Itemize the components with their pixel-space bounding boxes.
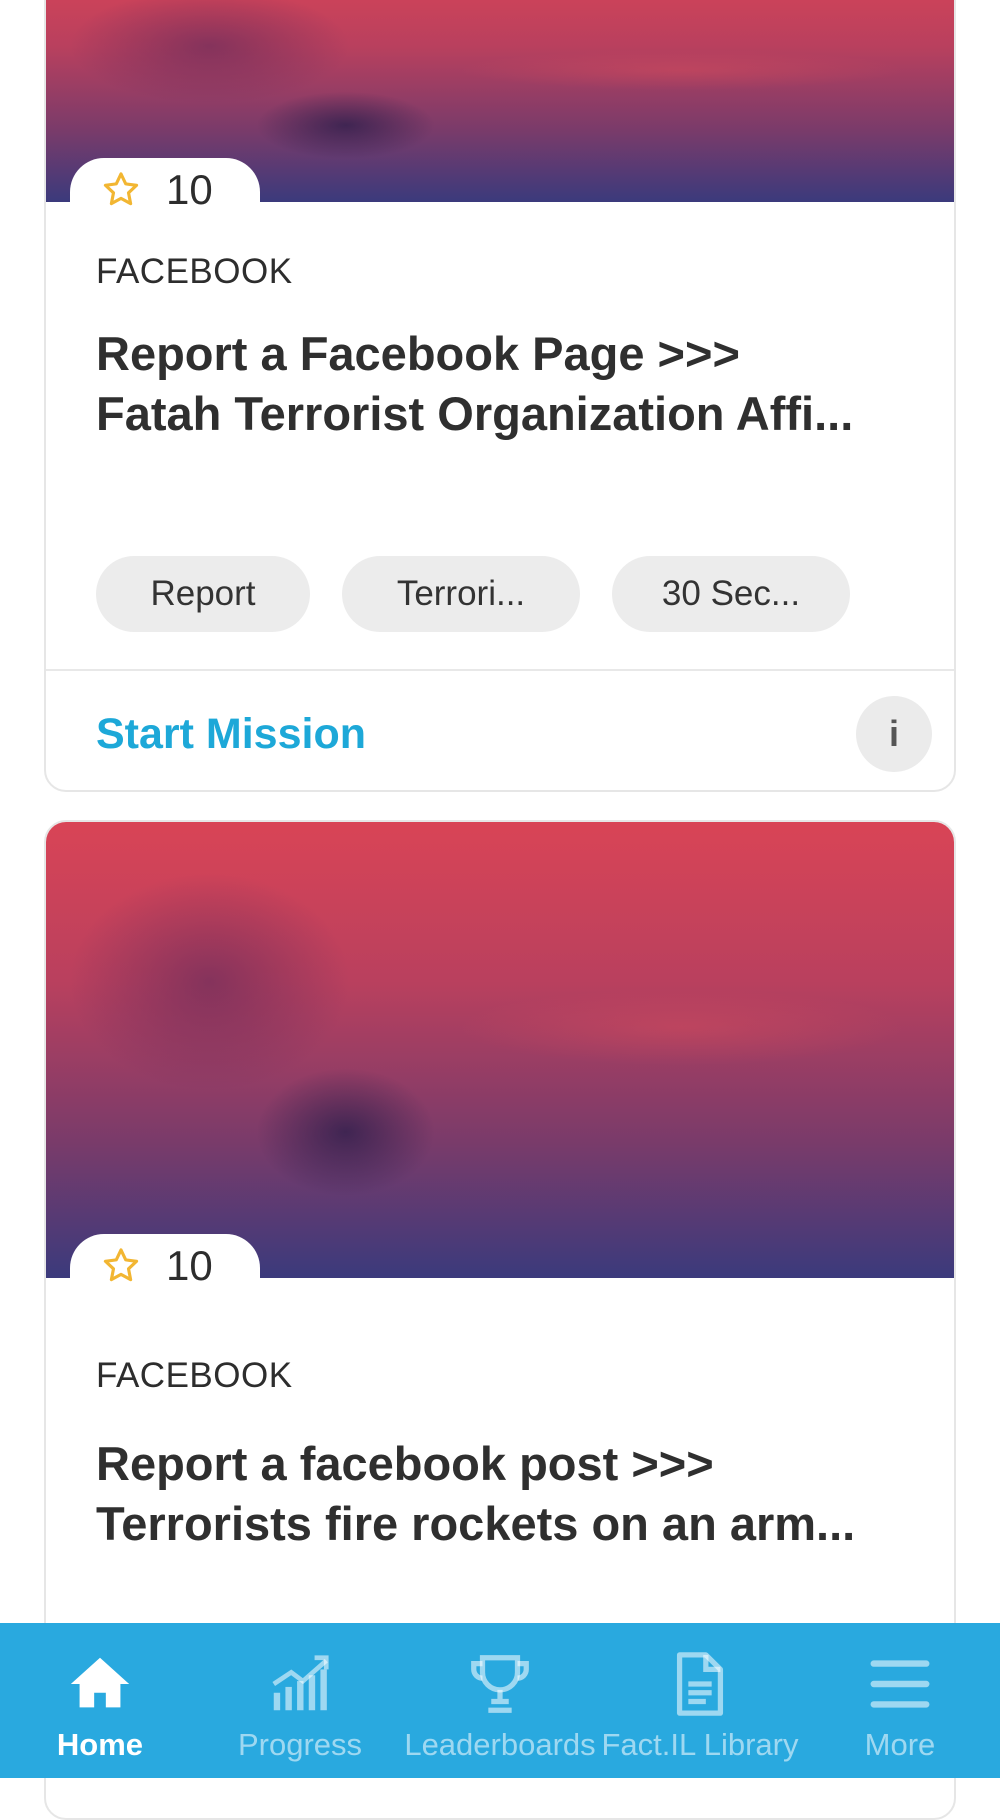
mission-hero-image	[46, 822, 954, 1278]
points-badge: 10	[70, 1234, 260, 1298]
start-mission-button[interactable]: Start Mission	[96, 710, 366, 759]
tab-more[interactable]: More	[800, 1649, 1000, 1763]
tab-leaderboards[interactable]: Leaderboards	[400, 1649, 600, 1763]
document-icon	[676, 1652, 724, 1716]
tab-home[interactable]: Home	[0, 1649, 200, 1763]
mission-title-line: Report a facebook post >>>	[96, 1437, 714, 1490]
mission-category: FACEBOOK	[96, 252, 293, 291]
menu-icon	[870, 1660, 930, 1708]
tab-label: Progress	[237, 1727, 363, 1762]
info-icon: i	[888, 713, 899, 754]
mission-category: FACEBOOK	[96, 1356, 293, 1395]
tag-chip: Terrori...	[342, 556, 580, 632]
star-icon	[103, 1248, 139, 1282]
mission-title: Report a Facebook Page >>> Fatah Terrori…	[96, 324, 916, 444]
card-divider	[46, 669, 954, 671]
tag-chip: 30 Sec...	[612, 556, 850, 632]
tab-progress[interactable]: Progress	[200, 1649, 400, 1763]
mission-tags: Report Terrori... 30 Sec...	[96, 556, 850, 632]
points-value: 10	[166, 166, 213, 213]
mission-card[interactable]: 10 FACEBOOK Report a Facebook Page >>> F…	[44, 0, 956, 792]
bar-chart-icon	[272, 1655, 329, 1711]
tab-label: Leaderboards	[404, 1727, 596, 1762]
mission-title-line: Report a Facebook Page >>>	[96, 327, 740, 380]
info-button[interactable]: i	[856, 696, 932, 772]
bottom-tab-bar: Home Progress Leaderboards Fact.IL Libra…	[0, 1623, 1000, 1778]
mission-title-line: Terrorists fire rockets on an arm...	[96, 1497, 856, 1550]
mission-title-line: Fatah Terrorist Organization Affi...	[96, 387, 854, 440]
points-badge: 10	[70, 158, 260, 222]
star-icon	[103, 172, 139, 206]
tab-label: More	[864, 1727, 936, 1762]
home-icon	[70, 1657, 130, 1708]
tab-label: Fact.IL Library	[601, 1727, 799, 1762]
points-value: 10	[166, 1242, 213, 1289]
mission-feed: 10 FACEBOOK Report a Facebook Page >>> F…	[0, 0, 1000, 1820]
mission-title: Report a facebook post >>> Terrorists fi…	[96, 1434, 916, 1554]
tab-label: Home	[56, 1727, 144, 1762]
tab-fact-il-library[interactable]: Fact.IL Library	[600, 1649, 800, 1763]
tag-chip: Report	[96, 556, 310, 632]
trophy-icon	[471, 1655, 529, 1713]
